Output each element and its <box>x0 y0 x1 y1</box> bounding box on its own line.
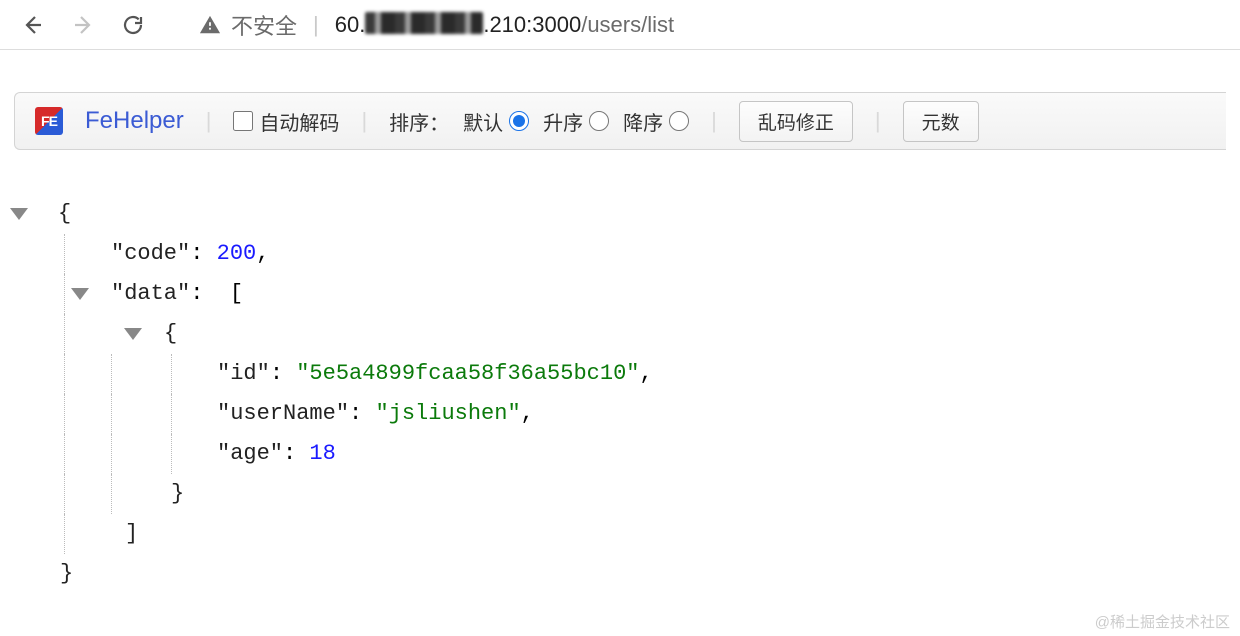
collapse-toggle[interactable] <box>71 288 89 300</box>
auto-decode-label: 自动解码 <box>259 107 339 136</box>
not-secure-label: 不安全 <box>231 9 297 41</box>
json-viewer: { "code": 200, "data": [ { "id": "5e5a48… <box>0 150 1240 594</box>
element-count-button[interactable]: 元数 <box>903 101 979 142</box>
sort-asc-option[interactable]: 升序 <box>543 107 609 136</box>
json-prop-id: "id": "5e5a4899fcaa58f36a55bc10", <box>64 354 1230 394</box>
collapse-toggle[interactable] <box>124 328 142 340</box>
separator: | <box>206 108 212 134</box>
sort-default-label: 默认 <box>463 107 503 136</box>
json-prop-username: "userName": "jsliushen", <box>64 394 1230 434</box>
json-prop-age: "age": 18 <box>64 434 1230 474</box>
address-bar[interactable]: 不安全 | 60..210:3000/users/list <box>199 9 1225 41</box>
collapse-toggle[interactable] <box>10 208 28 220</box>
back-button[interactable] <box>15 7 51 43</box>
fix-encoding-button[interactable]: 乱码修正 <box>739 101 853 142</box>
reload-button[interactable] <box>115 7 151 43</box>
json-array-item-close: } <box>64 474 1230 514</box>
fehelper-toolbar: FE FeHelper | 自动解码 | 排序： 默认 升序 降序 | 乱码修正… <box>14 92 1226 150</box>
browser-nav-bar: 不安全 | 60..210:3000/users/list <box>0 0 1240 50</box>
separator: | <box>875 108 881 134</box>
sort-desc-option[interactable]: 降序 <box>623 107 689 136</box>
auto-decode-input[interactable] <box>233 111 253 131</box>
json-array-item-open: { <box>64 314 1230 354</box>
sort-asc-label: 升序 <box>543 107 583 136</box>
forward-button[interactable] <box>65 7 101 43</box>
separator: | <box>307 12 325 38</box>
json-line-open: { <box>10 194 1230 234</box>
warning-icon <box>199 14 221 36</box>
arrow-right-icon <box>71 13 95 37</box>
sort-group: 排序： 默认 升序 降序 <box>389 107 689 136</box>
auto-decode-checkbox[interactable]: 自动解码 <box>233 107 339 136</box>
separator: | <box>361 108 367 134</box>
fehelper-title: FeHelper <box>85 107 184 135</box>
sort-label: 排序： <box>389 107 449 136</box>
fehelper-logo-icon: FE <box>35 107 63 135</box>
sort-default-radio[interactable] <box>509 111 529 131</box>
arrow-left-icon <box>21 13 45 37</box>
json-line-close: } <box>60 554 1230 594</box>
json-array-close: ] <box>64 514 1230 554</box>
json-prop-data: "data": [ <box>64 274 1230 314</box>
sort-desc-radio[interactable] <box>669 111 689 131</box>
sort-desc-label: 降序 <box>623 107 663 136</box>
watermark: @稀土掘金技术社区 <box>1095 611 1230 632</box>
separator: | <box>711 108 717 134</box>
sort-asc-radio[interactable] <box>589 111 609 131</box>
url: 60..210:3000/users/list <box>335 12 674 38</box>
sort-default-option[interactable]: 默认 <box>463 107 529 136</box>
censored-ip-icon <box>365 12 483 34</box>
reload-icon <box>121 13 145 37</box>
json-prop-code: "code": 200, <box>64 234 1230 274</box>
